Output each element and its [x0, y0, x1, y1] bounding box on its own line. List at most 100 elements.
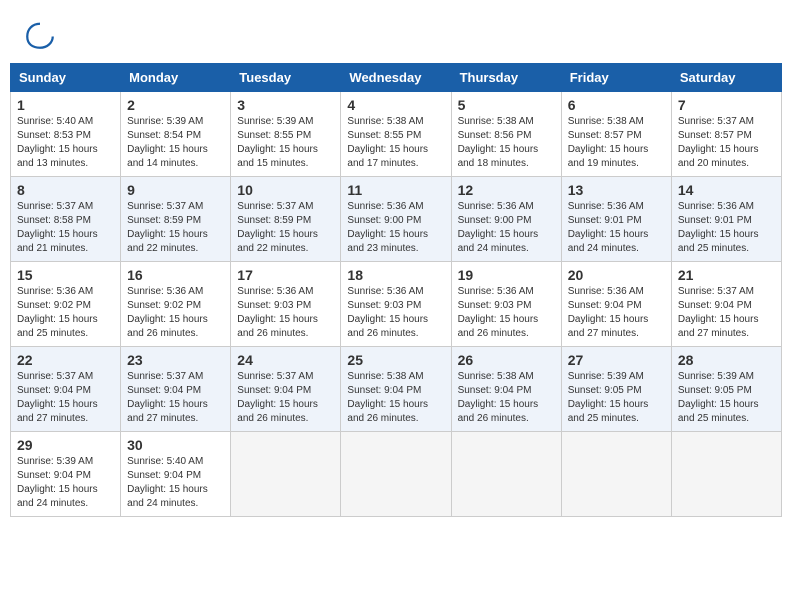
weekday-header-friday: Friday: [561, 64, 671, 92]
day-info: Sunrise: 5:36 AMSunset: 9:00 PMDaylight:…: [458, 200, 555, 256]
day-info: Sunrise: 5:39 AMSunset: 8:54 PMDaylight:…: [127, 115, 224, 171]
calendar-day-21: 21 Sunrise: 5:37 AMSunset: 9:04 PMDayligh…: [671, 262, 781, 347]
day-info: Sunrise: 5:36 AMSunset: 9:01 PMDaylight:…: [678, 200, 775, 256]
calendar-day-18: 18 Sunrise: 5:36 AMSunset: 9:03 PMDayligh…: [341, 262, 451, 347]
day-number: 5: [458, 97, 555, 113]
day-number: 7: [678, 97, 775, 113]
day-info: Sunrise: 5:36 AMSunset: 9:03 PMDaylight:…: [347, 285, 444, 341]
day-info: Sunrise: 5:36 AMSunset: 9:02 PMDaylight:…: [17, 285, 114, 341]
day-info: Sunrise: 5:36 AMSunset: 9:01 PMDaylight:…: [568, 200, 665, 256]
day-number: 25: [347, 352, 444, 368]
calendar-day-16: 16 Sunrise: 5:36 AMSunset: 9:02 PMDayligh…: [121, 262, 231, 347]
calendar-day-4: 4 Sunrise: 5:38 AMSunset: 8:55 PMDaylight…: [341, 92, 451, 177]
day-number: 24: [237, 352, 334, 368]
weekday-header-tuesday: Tuesday: [231, 64, 341, 92]
calendar-day-9: 9Sunrise: 5:37 AMSunset: 8:59 PMDaylight…: [121, 177, 231, 262]
calendar-day-26: 26 Sunrise: 5:38 AMSunset: 9:04 PMDayligh…: [451, 347, 561, 432]
calendar-day-empty: [671, 432, 781, 517]
logo-icon: [25, 20, 55, 50]
day-info: Sunrise: 5:36 AMSunset: 9:03 PMDaylight:…: [237, 285, 334, 341]
weekday-header-monday: Monday: [121, 64, 231, 92]
day-number: 23: [127, 352, 224, 368]
calendar-day-13: 13 Sunrise: 5:36 AMSunset: 9:01 PMDayligh…: [561, 177, 671, 262]
day-info: Sunrise: 5:38 AMSunset: 8:57 PMDaylight:…: [568, 115, 665, 171]
calendar-day-27: 27Sunrise: 5:39 AMSunset: 9:05 PMDayligh…: [561, 347, 671, 432]
calendar-day-6: 6 Sunrise: 5:38 AMSunset: 8:57 PMDaylight…: [561, 92, 671, 177]
calendar-week-5: 29Sunrise: 5:39 AMSunset: 9:04 PMDayligh…: [11, 432, 782, 517]
day-number: 16: [127, 267, 224, 283]
calendar-day-empty: [231, 432, 341, 517]
weekday-header-wednesday: Wednesday: [341, 64, 451, 92]
day-number: 14: [678, 182, 775, 198]
calendar-day-23: 23Sunrise: 5:37 AMSunset: 9:04 PMDayligh…: [121, 347, 231, 432]
calendar-day-10: 10 Sunrise: 5:37 AMSunset: 8:59 PMDayligh…: [231, 177, 341, 262]
day-number: 18: [347, 267, 444, 283]
calendar-day-28: 28Sunrise: 5:39 AMSunset: 9:05 PMDayligh…: [671, 347, 781, 432]
day-number: 11: [347, 182, 444, 198]
day-info: Sunrise: 5:37 AMSunset: 8:59 PMDaylight:…: [127, 200, 224, 256]
calendar-week-2: 8Sunrise: 5:37 AMSunset: 8:58 PMDaylight…: [11, 177, 782, 262]
calendar-day-7: 7 Sunrise: 5:37 AMSunset: 8:57 PMDaylight…: [671, 92, 781, 177]
calendar-day-15: 15 Sunrise: 5:36 AMSunset: 9:02 PMDayligh…: [11, 262, 121, 347]
calendar-day-2: 2 Sunrise: 5:39 AMSunset: 8:54 PMDaylight…: [121, 92, 231, 177]
calendar-day-11: 11 Sunrise: 5:36 AMSunset: 9:00 PMDayligh…: [341, 177, 451, 262]
day-number: 30: [127, 437, 224, 453]
weekday-header-thursday: Thursday: [451, 64, 561, 92]
day-info: Sunrise: 5:38 AMSunset: 9:04 PMDaylight:…: [458, 370, 555, 426]
day-info: Sunrise: 5:37 AMSunset: 9:04 PMDaylight:…: [237, 370, 334, 426]
calendar-week-4: 22 Sunrise: 5:37 AMSunset: 9:04 PMDayligh…: [11, 347, 782, 432]
weekday-header-sunday: Sunday: [11, 64, 121, 92]
day-info: Sunrise: 5:36 AMSunset: 9:02 PMDaylight:…: [127, 285, 224, 341]
day-number: 3: [237, 97, 334, 113]
day-number: 21: [678, 267, 775, 283]
calendar-table: SundayMondayTuesdayWednesdayThursdayFrid…: [10, 63, 782, 517]
day-info: Sunrise: 5:37 AMSunset: 9:04 PMDaylight:…: [17, 370, 114, 426]
day-number: 13: [568, 182, 665, 198]
day-number: 26: [458, 352, 555, 368]
day-info: Sunrise: 5:37 AMSunset: 9:04 PMDaylight:…: [678, 285, 775, 341]
calendar-day-1: 1 Sunrise: 5:40 AMSunset: 8:53 PMDaylight…: [11, 92, 121, 177]
calendar-day-25: 25 Sunrise: 5:38 AMSunset: 9:04 PMDayligh…: [341, 347, 451, 432]
calendar-week-1: 1 Sunrise: 5:40 AMSunset: 8:53 PMDaylight…: [11, 92, 782, 177]
day-info: Sunrise: 5:38 AMSunset: 8:56 PMDaylight:…: [458, 115, 555, 171]
day-info: Sunrise: 5:38 AMSunset: 9:04 PMDaylight:…: [347, 370, 444, 426]
day-info: Sunrise: 5:36 AMSunset: 9:00 PMDaylight:…: [347, 200, 444, 256]
calendar-day-5: 5 Sunrise: 5:38 AMSunset: 8:56 PMDaylight…: [451, 92, 561, 177]
calendar-day-20: 20Sunrise: 5:36 AMSunset: 9:04 PMDayligh…: [561, 262, 671, 347]
calendar-day-12: 12 Sunrise: 5:36 AMSunset: 9:00 PMDayligh…: [451, 177, 561, 262]
day-number: 15: [17, 267, 114, 283]
calendar-day-3: 3 Sunrise: 5:39 AMSunset: 8:55 PMDaylight…: [231, 92, 341, 177]
logo: [25, 20, 59, 50]
day-number: 19: [458, 267, 555, 283]
day-info: Sunrise: 5:37 AMSunset: 8:57 PMDaylight:…: [678, 115, 775, 171]
day-info: Sunrise: 5:37 AMSunset: 8:59 PMDaylight:…: [237, 200, 334, 256]
day-number: 2: [127, 97, 224, 113]
weekday-header-saturday: Saturday: [671, 64, 781, 92]
calendar-day-17: 17 Sunrise: 5:36 AMSunset: 9:03 PMDayligh…: [231, 262, 341, 347]
day-number: 22: [17, 352, 114, 368]
calendar-day-14: 14 Sunrise: 5:36 AMSunset: 9:01 PMDayligh…: [671, 177, 781, 262]
day-info: Sunrise: 5:37 AMSunset: 8:58 PMDaylight:…: [17, 200, 114, 256]
calendar-day-29: 29Sunrise: 5:39 AMSunset: 9:04 PMDayligh…: [11, 432, 121, 517]
day-number: 4: [347, 97, 444, 113]
day-info: Sunrise: 5:36 AMSunset: 9:03 PMDaylight:…: [458, 285, 555, 341]
calendar-day-8: 8Sunrise: 5:37 AMSunset: 8:58 PMDaylight…: [11, 177, 121, 262]
calendar-day-empty: [561, 432, 671, 517]
page-container: SundayMondayTuesdayWednesdayThursdayFrid…: [10, 10, 782, 517]
header: [10, 10, 782, 55]
day-info: Sunrise: 5:39 AMSunset: 8:55 PMDaylight:…: [237, 115, 334, 171]
day-number: 10: [237, 182, 334, 198]
day-number: 20: [568, 267, 665, 283]
calendar-day-empty: [341, 432, 451, 517]
calendar-day-30: 30Sunrise: 5:40 AMSunset: 9:04 PMDayligh…: [121, 432, 231, 517]
day-number: 1: [17, 97, 114, 113]
day-info: Sunrise: 5:38 AMSunset: 8:55 PMDaylight:…: [347, 115, 444, 171]
day-info: Sunrise: 5:40 AMSunset: 8:53 PMDaylight:…: [17, 115, 114, 171]
day-number: 27: [568, 352, 665, 368]
day-number: 12: [458, 182, 555, 198]
day-number: 29: [17, 437, 114, 453]
calendar-day-19: 19 Sunrise: 5:36 AMSunset: 9:03 PMDayligh…: [451, 262, 561, 347]
day-info: Sunrise: 5:39 AMSunset: 9:05 PMDaylight:…: [678, 370, 775, 426]
day-number: 6: [568, 97, 665, 113]
day-number: 17: [237, 267, 334, 283]
